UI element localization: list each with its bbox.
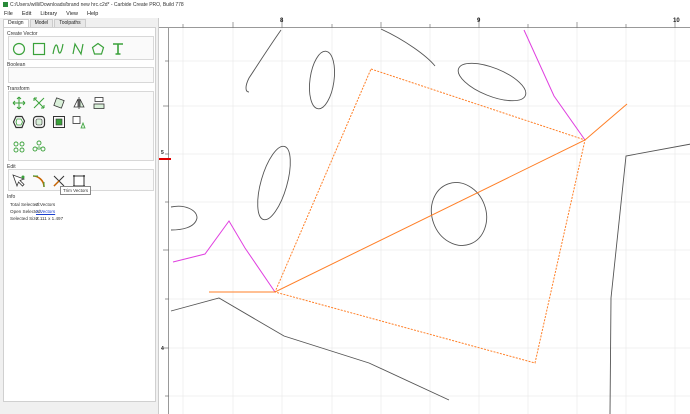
menu-file[interactable]: File (4, 11, 13, 17)
grid (169, 28, 690, 414)
fillet-icon[interactable] (32, 174, 46, 188)
ruler-left-label-4: 4 (161, 346, 164, 352)
ruler-top: 8 9 10 (159, 18, 690, 28)
array-icon[interactable] (12, 140, 26, 154)
mirror-icon[interactable] (72, 96, 86, 110)
ruler-top-label-10: 10 (673, 18, 680, 24)
tab-toolpaths[interactable]: Toolpaths (54, 19, 86, 27)
total-selected-value: 2 Vectors (36, 202, 56, 207)
design-panel: Create Vector Boolean Transform Edit Inf… (3, 27, 156, 402)
open-selected-link[interactable]: 2 Vectors (36, 209, 55, 214)
text-icon[interactable] (111, 42, 125, 56)
transform-section (8, 91, 154, 161)
create-vector-section (8, 36, 154, 60)
ruler-left-label-5: 5 (161, 150, 164, 156)
menu-edit[interactable]: Edit (22, 11, 31, 17)
magenta-polyline (172, 220, 276, 293)
info-selected-size: Selected Size: 2.111 x 1.497 (10, 216, 63, 221)
menu-library[interactable]: Library (40, 11, 57, 17)
design-canvas[interactable]: 8 9 10 5 4 (158, 18, 690, 414)
rotate-icon[interactable] (52, 96, 66, 110)
selected-size-label: Selected Size: (10, 216, 40, 221)
trim-vectors-tooltip: Trim Vectors (60, 186, 92, 195)
canvas-drawing (169, 28, 690, 414)
boolean-section (8, 67, 154, 83)
polygon-icon[interactable] (91, 42, 105, 56)
info-heading: Info (7, 194, 16, 200)
curve-icon[interactable] (51, 42, 65, 56)
tab-design[interactable]: Design (3, 19, 29, 27)
origin-marker (159, 158, 171, 160)
partial-ellipse-vector (170, 205, 198, 231)
partial-ellipse-vector (380, 28, 436, 67)
nest-icon[interactable] (72, 115, 86, 129)
join-icon[interactable] (52, 115, 66, 129)
ruler-top-label-9: 9 (477, 18, 481, 24)
app-logo-icon (3, 2, 8, 7)
move-icon[interactable] (12, 96, 26, 110)
magenta-polyline (523, 29, 586, 141)
window-title: C:/Users/willi/Downloads/brand new hrc.c… (10, 1, 184, 8)
right-line-vector (609, 143, 690, 414)
grey-vectors (170, 28, 690, 414)
ruler-left: 5 4 (159, 28, 169, 414)
node-edit-icon[interactable] (12, 174, 26, 188)
mode-tabs: Design Model Toolpaths (3, 19, 87, 27)
ellipse-vector (309, 50, 335, 110)
title-bar: C:/Users/willi/Downloads/brand new hrc.c… (0, 0, 690, 9)
menu-help[interactable]: Help (87, 11, 98, 17)
circle-icon[interactable] (12, 42, 26, 56)
polyline-icon[interactable] (71, 42, 85, 56)
align-icon[interactable] (92, 96, 106, 110)
rectangle-icon[interactable] (32, 42, 46, 56)
bottom-line-vector (170, 297, 450, 401)
magenta-vectors (172, 29, 586, 293)
ruler-top-label-8: 8 (280, 18, 284, 24)
ellipse-vector (257, 145, 291, 221)
selected-line-vector (209, 103, 628, 293)
menu-view[interactable]: View (66, 11, 78, 17)
ruler-left-ticks (163, 60, 169, 397)
circular-array-icon[interactable] (32, 140, 46, 154)
group-icon[interactable] (32, 115, 46, 129)
info-total-selected: Total Selected: 2 Vectors (10, 202, 55, 207)
offset-icon[interactable] (12, 115, 26, 129)
ruler-top-ticks (182, 18, 676, 28)
info-open-selected: Open Selected: 2 Vectors (10, 209, 55, 214)
selected-size-value: 2.111 x 1.497 (36, 216, 64, 221)
tab-model[interactable]: Model (29, 19, 54, 27)
scale-icon[interactable] (32, 96, 46, 110)
menu-bar: File Edit Library View Help (0, 9, 690, 18)
